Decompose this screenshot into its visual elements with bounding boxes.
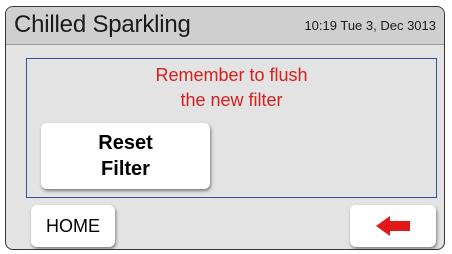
back-button[interactable] <box>350 205 436 247</box>
reminder-message: Remember to flush the new filter <box>27 63 436 113</box>
reset-filter-button[interactable]: Reset Filter <box>41 123 210 189</box>
reset-filter-label-line-1: Reset <box>98 132 153 154</box>
home-button[interactable]: HOME <box>31 205 115 247</box>
reminder-line-1: Remember to flush <box>155 65 308 85</box>
left-arrow-shape <box>376 216 410 236</box>
page-title: Chilled Sparkling <box>14 11 191 38</box>
header-bar: Chilled Sparkling 10:19 Tue 3, Dec 3013 <box>6 7 444 45</box>
left-arrow-icon <box>376 216 410 236</box>
dispenser-screen: Chilled Sparkling 10:19 Tue 3, Dec 3013 … <box>5 6 445 250</box>
datetime-display: 10:19 Tue 3, Dec 3013 <box>304 18 436 33</box>
reminder-line-2: the new filter <box>180 90 283 110</box>
reset-filter-label-line-2: Filter <box>101 158 150 180</box>
